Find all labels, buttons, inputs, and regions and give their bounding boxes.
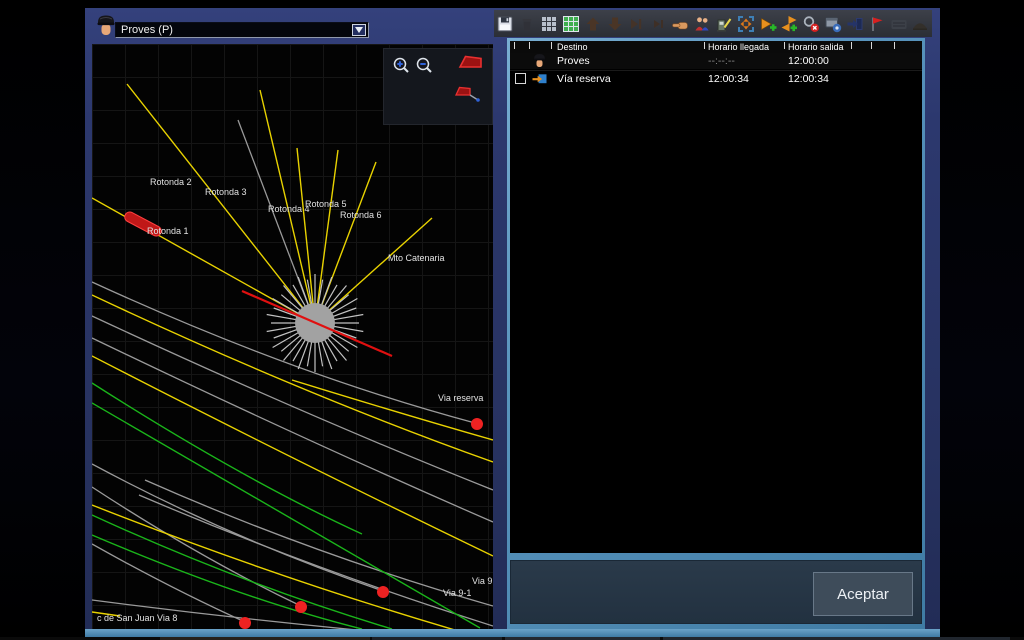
schedule-table: Destino Horario llegada Horario salida P… [510, 41, 922, 553]
operator-dropdown-value: Proves (P) [121, 24, 352, 36]
col-header-llegada: Horario llegada [708, 42, 769, 52]
add-route-both-button[interactable] [780, 14, 799, 33]
map-label: Rotonda 5 [305, 199, 347, 209]
accept-button[interactable]: Aceptar [813, 572, 913, 616]
table-header: Destino Horario llegada Horario salida [510, 41, 922, 53]
zoom-out-button[interactable] [415, 56, 433, 74]
move-up-button [583, 14, 602, 33]
sign-in-button [846, 14, 865, 33]
driver-avatar-icon [95, 13, 117, 39]
map-label: Rotonda 1 [147, 226, 189, 236]
map-label: Via 9 [472, 576, 492, 586]
track-map[interactable]: Rotonda 2 Rotonda 3 Rotonda 4 Rotonda 5 … [92, 44, 493, 629]
map-label: Via reserva [438, 393, 483, 403]
driver-avatar-icon [532, 53, 547, 69]
grid-grey-button[interactable] [540, 14, 559, 33]
desktop: Proves (P) [0, 0, 1024, 640]
flag-button[interactable] [867, 14, 886, 33]
map-label: Rotonda 2 [150, 177, 192, 187]
grey-tracks [92, 120, 493, 629]
operator-dropdown[interactable]: Proves (P) [115, 22, 369, 38]
clear-search-button[interactable] [802, 14, 821, 33]
track-layout: Rotonda 2 Rotonda 3 Rotonda 4 Rotonda 5 … [92, 44, 493, 629]
yellow-tracks [92, 84, 493, 629]
delete-button [518, 14, 537, 33]
cell-salida: 12:00:00 [788, 55, 829, 67]
map-tools-panel [383, 48, 493, 125]
active-route-line [242, 291, 392, 356]
step-forward-button [627, 14, 646, 33]
panel-button [889, 14, 908, 33]
console-settings-button[interactable] [824, 14, 843, 33]
table-row[interactable]: Vía reserva 12:00:34 12:00:34 [510, 70, 922, 86]
cell-llegada: --:--:-- [708, 55, 735, 67]
app-window: Proves (P) [85, 8, 940, 637]
passengers-button[interactable] [693, 14, 712, 33]
schedule-panel: Destino Horario llegada Horario salida P… [507, 38, 925, 629]
map-label: Rotonda 4 [268, 204, 310, 214]
table-row[interactable]: Proves --:--:-- 12:00:00 [510, 53, 922, 69]
canopy-button [911, 14, 930, 33]
red-vehicle-route-icon[interactable] [452, 82, 482, 106]
red-vehicle-icon[interactable] [458, 54, 484, 70]
cell-llegada: 12:00:34 [708, 73, 749, 85]
toolbar [494, 10, 932, 37]
footer-panel: Aceptar [510, 560, 922, 624]
zoom-in-button[interactable] [392, 56, 410, 74]
dropdown-arrow-icon[interactable] [352, 24, 366, 36]
map-label: Rotonda 3 [205, 187, 247, 197]
cell-destino: Vía reserva [557, 73, 611, 85]
grid-green-button[interactable] [562, 14, 581, 33]
save-button[interactable] [496, 14, 515, 33]
refuel-button[interactable] [714, 14, 733, 33]
gather-tracks-button[interactable] [736, 14, 755, 33]
step-to-end-button [649, 14, 668, 33]
cell-salida: 12:00:34 [788, 73, 829, 85]
move-down-button [605, 14, 624, 33]
row-checkbox[interactable] [515, 73, 526, 84]
map-label: Mto Catenaria [388, 253, 445, 263]
map-label: Via 9-1 [443, 588, 471, 598]
add-route-button[interactable] [758, 14, 777, 33]
col-header-destino: Destino [557, 42, 588, 52]
hand-pointer-button[interactable] [671, 14, 690, 33]
col-header-salida: Horario salida [788, 42, 844, 52]
track-assign-icon [532, 72, 547, 86]
map-label: c de San Juan Via 8 [97, 613, 177, 623]
map-label: Rotonda 6 [340, 210, 382, 220]
cell-destino: Proves [557, 55, 590, 67]
window-bottom-edge [85, 629, 940, 637]
